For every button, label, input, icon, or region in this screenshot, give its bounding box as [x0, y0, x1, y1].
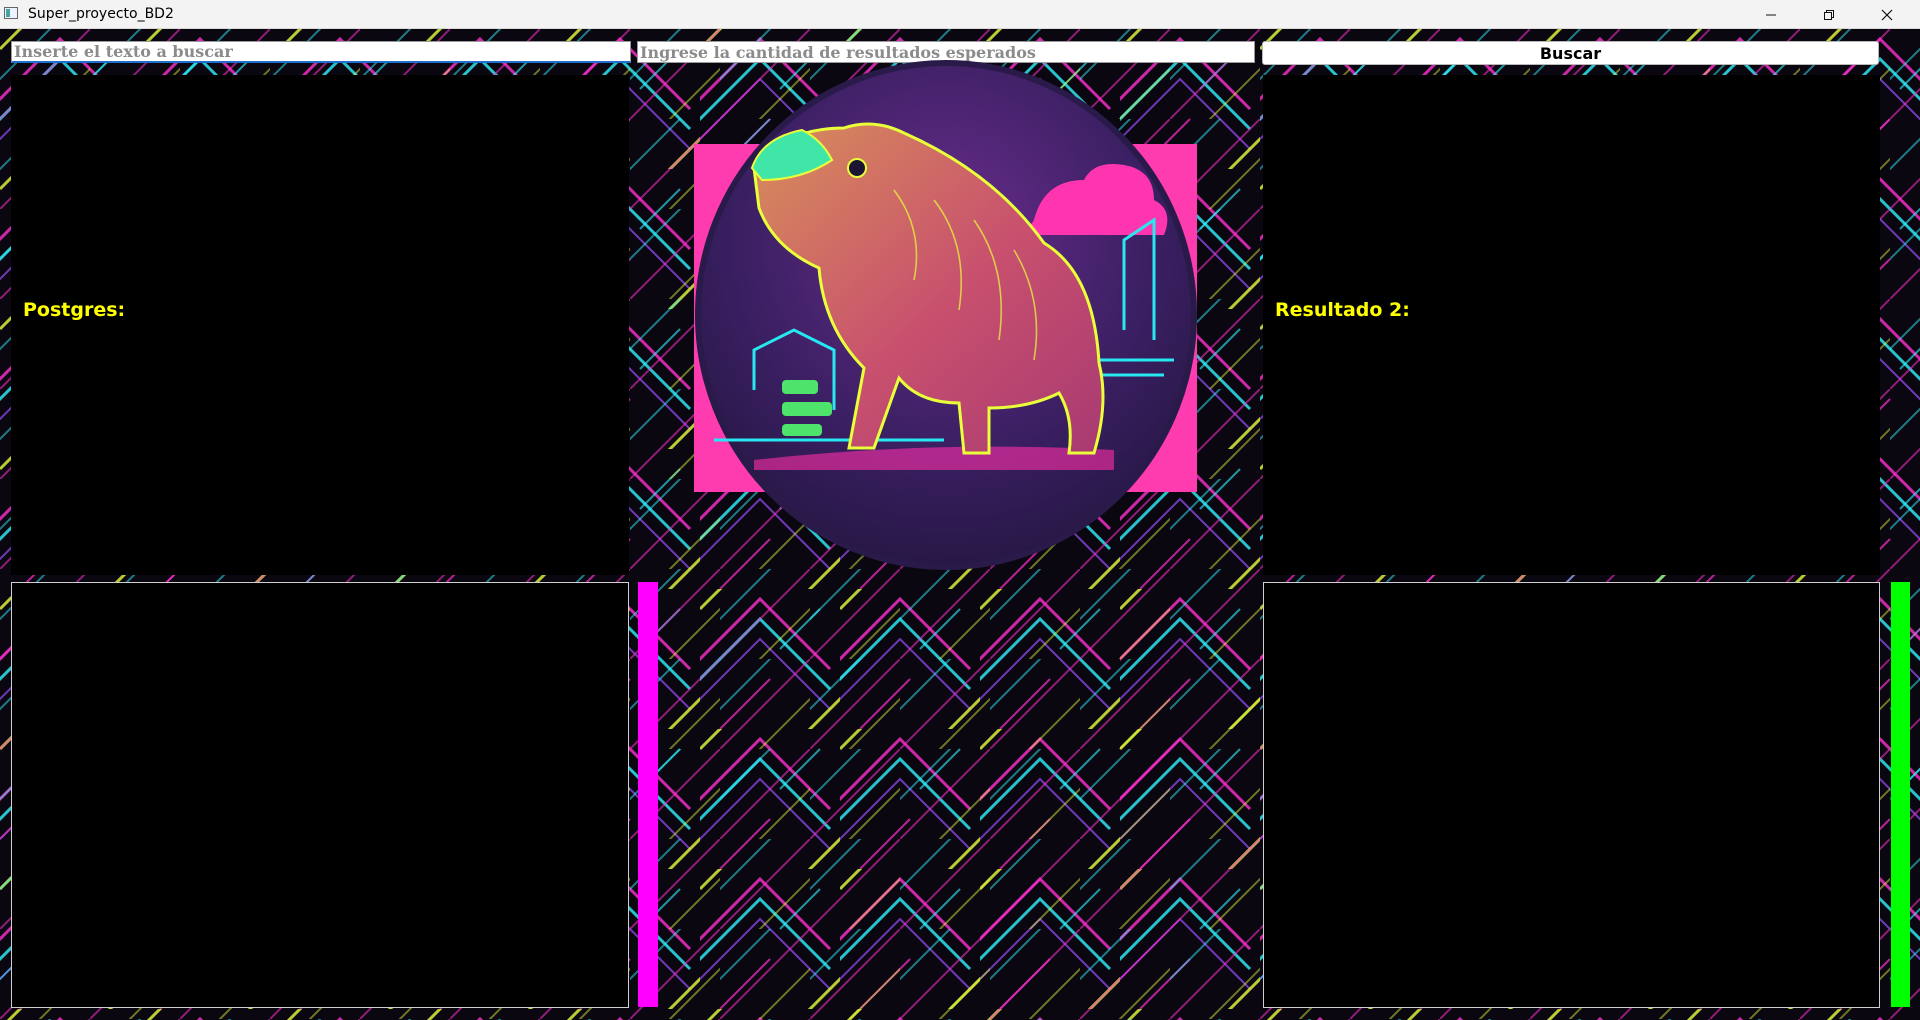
app-window: Super_proyecto_BD2 Inserte el texto a bu… [0, 0, 1920, 1020]
result-2-panel: Resultado 2: [1263, 75, 1880, 575]
left-scrollbar[interactable] [638, 582, 658, 1007]
postgres-results-panel: Postgres: [11, 75, 629, 575]
window-title: Super_proyecto_BD2 [28, 6, 174, 22]
capybara-logo-image [694, 60, 1197, 570]
postgres-results-list[interactable] [11, 582, 629, 1008]
restore-icon [1823, 9, 1835, 21]
result-2-label: Resultado 2: [1275, 299, 1410, 321]
close-button[interactable] [1858, 0, 1916, 29]
postgres-label: Postgres: [23, 299, 126, 321]
app-window-icon [4, 7, 18, 19]
close-icon [1881, 9, 1893, 21]
minimize-icon [1765, 9, 1777, 21]
right-scrollbar[interactable] [1891, 582, 1910, 1007]
search-button[interactable]: Buscar [1262, 41, 1879, 65]
restore-button[interactable] [1800, 0, 1858, 29]
search-text-input[interactable] [11, 41, 631, 63]
title-bar: Super_proyecto_BD2 [0, 0, 1920, 29]
main-area: Buscar Postgres: Resultado 2: [0, 29, 1920, 1020]
result-2-list[interactable] [1263, 582, 1880, 1008]
minimize-button[interactable] [1742, 0, 1800, 29]
